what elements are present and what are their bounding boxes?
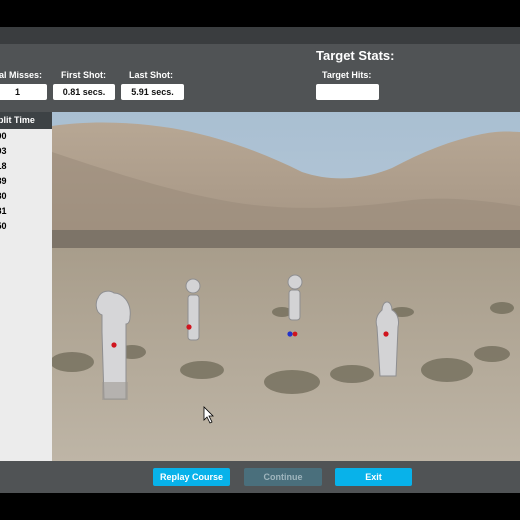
split-time-header: Split Time (0, 112, 52, 129)
split-time-row: .93 (0, 146, 7, 156)
title-strip (0, 27, 520, 44)
split-time-header-label: Split Time (0, 115, 35, 125)
app-window: al Misses: 1 First Shot: 0.81 secs. Last… (0, 27, 520, 493)
total-misses-label: al Misses: (0, 70, 43, 80)
hit-marker (287, 331, 293, 337)
split-time-row: .89 (0, 176, 7, 186)
target-hits-label: Target Hits: (322, 70, 372, 80)
last-shot-label: Last Shot: (129, 70, 173, 80)
split-time-row: .00 (0, 131, 7, 141)
target-stats-title: Target Stats: (316, 48, 395, 63)
split-time-row: .18 (0, 161, 7, 171)
hit-marker (383, 331, 389, 337)
brush-line (52, 230, 520, 250)
range-scene-image (52, 112, 520, 461)
target-right (375, 301, 399, 377)
total-misses-value: 1 (0, 84, 47, 100)
hit-marker (186, 324, 192, 330)
hit-marker (111, 342, 117, 348)
first-shot-value: 0.81 secs. (53, 84, 115, 100)
replay-course-button[interactable]: Replay Course (153, 468, 230, 486)
target-center (287, 274, 303, 321)
split-time-panel: Split Time .00 .93 .18 .89 .80 .81 .50 (0, 112, 52, 461)
split-time-row: .50 (0, 221, 7, 231)
last-shot-value: 5.91 secs. (121, 84, 184, 100)
continue-button[interactable]: Continue (244, 468, 322, 486)
split-time-row: .81 (0, 206, 7, 216)
range-scene (52, 112, 520, 461)
target-center-left (185, 278, 201, 341)
first-shot-label: First Shot: (61, 70, 106, 80)
split-time-row: .80 (0, 191, 7, 201)
hit-marker (292, 331, 298, 337)
target-hits-value (316, 84, 379, 100)
exit-button[interactable]: Exit (335, 468, 412, 486)
